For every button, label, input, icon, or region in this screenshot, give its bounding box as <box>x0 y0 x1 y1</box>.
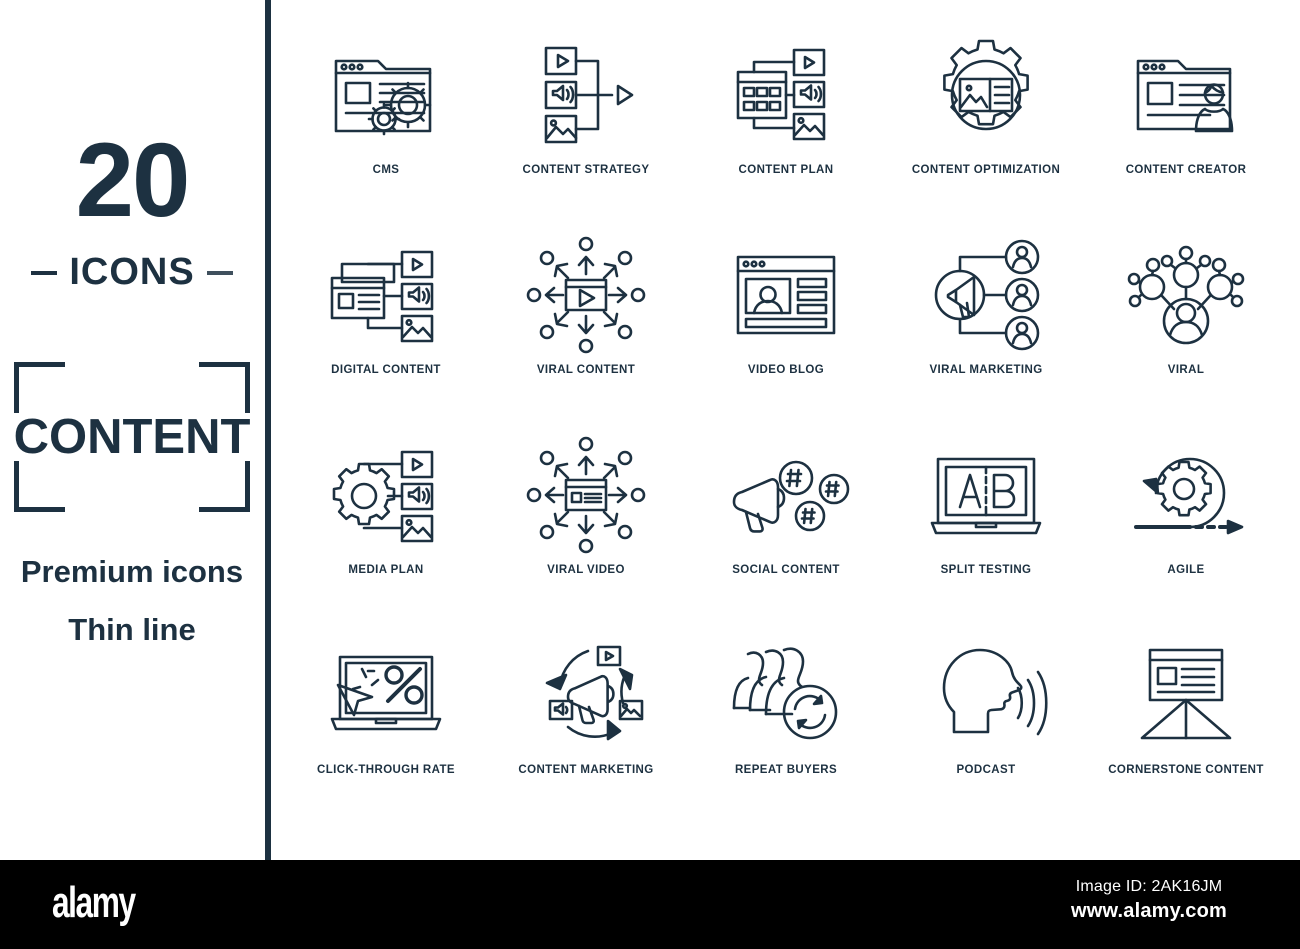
grid-item-split-testing[interactable]: SPLIT TESTING <box>886 430 1086 630</box>
frame-corner-top-left-icon <box>14 362 65 413</box>
grid-item-cms[interactable]: CMS <box>286 30 486 230</box>
frame-corner-bottom-left-icon <box>14 461 65 512</box>
tagline-style: Thin line <box>68 612 196 647</box>
grid-item-label: VIRAL MARKETING <box>929 364 1043 376</box>
grid-item-viral-video[interactable]: VIRAL VIDEO <box>486 430 686 630</box>
category-title: CONTENT <box>13 410 251 464</box>
grid-item-media-plan[interactable]: MEDIA PLAN <box>286 430 486 630</box>
grid-item-label: CLICK-THROUGH RATE <box>317 764 455 776</box>
icon-grid: CMS CONTENT STRATEGY CONTENT PLAN CONTEN… <box>286 30 1286 830</box>
social-content-icon <box>722 430 850 560</box>
content-optimization-icon <box>922 30 1050 160</box>
grid-item-content-optimization[interactable]: CONTENT OPTIMIZATION <box>886 30 1086 230</box>
video-blog-icon <box>722 230 850 360</box>
grid-item-cornerstone-content[interactable]: CORNERSTONE CONTENT <box>1086 630 1286 830</box>
sidebar: 20 ICONS CONTENT Premium icons Thin line <box>0 0 264 860</box>
grid-item-viral-marketing[interactable]: VIRAL MARKETING <box>886 230 1086 430</box>
content-creator-icon <box>1122 30 1250 160</box>
frame-corner-top-right-icon <box>199 362 250 413</box>
viral-icon <box>1122 230 1250 360</box>
icon-count: 20 <box>75 122 191 239</box>
grid-item-label: PODCAST <box>956 764 1016 776</box>
cornerstone-content-icon <box>1122 630 1250 760</box>
grid-item-label: CONTENT MARKETING <box>518 764 654 776</box>
click-through-rate-icon <box>322 630 450 760</box>
grid-item-content-strategy[interactable]: CONTENT STRATEGY <box>486 30 686 230</box>
cms-icon <box>322 30 450 160</box>
dash-right-icon <box>206 270 233 275</box>
icons-word-label: ICONS <box>69 251 195 293</box>
grid-item-social-content[interactable]: SOCIAL CONTENT <box>686 430 886 630</box>
dash-left-icon <box>31 270 58 275</box>
grid-item-agile[interactable]: AGILE <box>1086 430 1286 630</box>
content-strategy-icon <box>522 30 650 160</box>
framed-category: CONTENT <box>8 362 256 512</box>
watermark-bar: alamy Image ID: 2AK16JM www.alamy.com <box>0 860 1300 949</box>
grid-item-label: SOCIAL CONTENT <box>732 564 840 576</box>
content-marketing-icon <box>522 630 650 760</box>
grid-item-digital-content[interactable]: DIGITAL CONTENT <box>286 230 486 430</box>
grid-item-label: CMS <box>372 164 400 176</box>
grid-item-label: CONTENT STRATEGY <box>522 164 650 176</box>
icons-count-label-row: ICONS <box>31 251 233 294</box>
footer-meta: Image ID: 2AK16JM www.alamy.com <box>1024 878 1274 923</box>
grid-item-label: SPLIT TESTING <box>940 564 1032 576</box>
podcast-icon <box>922 630 1050 760</box>
grid-item-video-blog[interactable]: VIDEO BLOG <box>686 230 886 430</box>
grid-item-content-marketing[interactable]: CONTENT MARKETING <box>486 630 686 830</box>
repeat-buyers-icon <box>722 630 850 760</box>
grid-item-label: CONTENT CREATOR <box>1125 164 1247 176</box>
media-plan-icon <box>322 430 450 560</box>
grid-item-label: MEDIA PLAN <box>348 564 424 576</box>
grid-item-click-through-rate[interactable]: CLICK-THROUGH RATE <box>286 630 486 830</box>
poster-canvas: 20 ICONS CONTENT Premium icons Thin line <box>0 0 1300 860</box>
grid-item-repeat-buyers[interactable]: REPEAT BUYERS <box>686 630 886 830</box>
content-plan-icon <box>722 30 850 160</box>
viral-video-icon <box>521 430 651 560</box>
alamy-logo: alamy <box>52 878 136 927</box>
site-url-text: www.alamy.com <box>1071 900 1227 922</box>
grid-item-podcast[interactable]: PODCAST <box>886 630 1086 830</box>
grid-item-label: VIRAL VIDEO <box>547 564 625 576</box>
split-testing-icon <box>922 430 1050 560</box>
grid-item-viral-content[interactable]: VIRAL CONTENT <box>486 230 686 430</box>
frame-corner-bottom-right-icon <box>199 461 250 512</box>
grid-item-content-plan[interactable]: CONTENT PLAN <box>686 30 886 230</box>
image-id-text: Image ID: 2AK16JM <box>1075 878 1223 895</box>
grid-item-viral[interactable]: VIRAL <box>1086 230 1286 430</box>
grid-item-label: CORNERSTONE CONTENT <box>1108 764 1264 776</box>
viral-content-icon <box>521 230 651 360</box>
grid-item-label: CONTENT OPTIMIZATION <box>911 164 1061 176</box>
grid-item-label: VIRAL CONTENT <box>536 364 636 376</box>
grid-item-label: REPEAT BUYERS <box>734 764 838 776</box>
viral-marketing-icon <box>922 230 1050 360</box>
tagline-premium: Premium icons <box>20 554 244 589</box>
grid-item-label: CONTENT PLAN <box>738 164 834 176</box>
grid-item-label: VIDEO BLOG <box>747 364 825 376</box>
agile-icon <box>1122 430 1250 560</box>
grid-item-label: VIRAL <box>1167 364 1205 376</box>
vertical-divider <box>265 0 271 860</box>
grid-item-label: AGILE <box>1167 564 1205 576</box>
grid-item-content-creator[interactable]: CONTENT CREATOR <box>1086 30 1286 230</box>
grid-item-label: DIGITAL CONTENT <box>331 364 441 376</box>
digital-content-icon <box>322 230 450 360</box>
